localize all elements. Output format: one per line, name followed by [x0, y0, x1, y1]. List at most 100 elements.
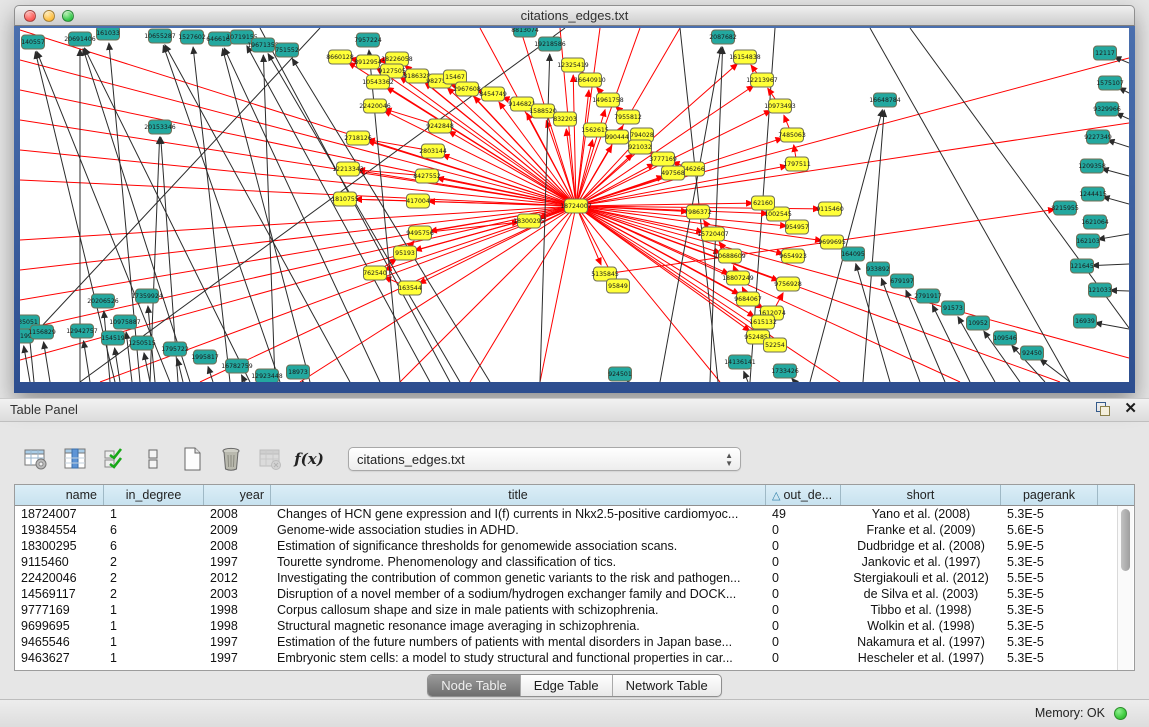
function-builder-icon[interactable]: f(x) [295, 445, 323, 473]
graph-node[interactable]: 2087682 [709, 30, 737, 44]
graph-node[interactable]: 22420046 [359, 99, 391, 113]
graph-node[interactable]: 19218586 [534, 37, 566, 51]
graph-node[interactable]: 20206526 [87, 294, 119, 308]
table-row[interactable]: 977716911998Corpus callosum shape and si… [15, 602, 1134, 618]
graph-node[interactable]: 162103 [1076, 234, 1100, 248]
graph-node[interactable]: 832203 [553, 112, 577, 126]
delete-column-icon[interactable] [217, 445, 245, 473]
graph-node[interactable]: 121645 [1070, 259, 1094, 273]
graph-node[interactable]: 95849 [607, 279, 630, 293]
graph-node[interactable]: 109546 [993, 331, 1017, 345]
graph-node[interactable]: 9227349 [1084, 130, 1112, 144]
graph-node[interactable]: 164095 [841, 247, 865, 261]
graph-node[interactable]: 16782759 [221, 359, 253, 373]
tab-edge-table[interactable]: Edge Table [521, 675, 613, 696]
graph-node[interactable]: 990444 [605, 130, 629, 144]
graph-node[interactable]: 1995817 [191, 350, 219, 364]
graph-node[interactable]: 7485063 [778, 128, 806, 142]
graph-node[interactable]: 924501 [608, 367, 632, 381]
graph-node[interactable]: 20153346 [144, 120, 176, 134]
graph-node[interactable]: 16640910 [574, 73, 606, 87]
graph-node[interactable]: 933892 [866, 262, 890, 276]
graph-node[interactable]: 10543362 [362, 75, 394, 89]
graph-node[interactable]: 161033 [96, 28, 120, 40]
graph-node[interactable]: 9115460 [816, 202, 844, 216]
graph-node[interactable]: 14136141 [724, 355, 756, 369]
network-canvas[interactable]: 1872400786601288912954182260589127505105… [20, 28, 1129, 382]
close-window-icon[interactable] [24, 10, 36, 22]
graph-node[interactable]: 1209358 [1078, 159, 1106, 173]
graph-node[interactable]: 1156829 [28, 325, 56, 339]
table-row[interactable]: 969969511998Structural magnetic resonanc… [15, 618, 1134, 634]
tab-network-table[interactable]: Network Table [613, 675, 721, 696]
graph-node[interactable]: 679197 [890, 274, 914, 288]
new-table-icon[interactable] [178, 445, 206, 473]
graph-node[interactable]: 9699695 [818, 235, 846, 249]
graph-node[interactable]: 12117 [1094, 46, 1117, 60]
graph-node[interactable]: 9242848 [426, 119, 454, 133]
graph-node[interactable]: 10952 [967, 316, 990, 330]
table-row[interactable]: 1872400712008Changes of HCN gene express… [15, 506, 1134, 522]
column-header-pagerank[interactable]: pagerank [1001, 485, 1098, 505]
minimize-window-icon[interactable] [43, 10, 55, 22]
select-column-icon[interactable] [61, 445, 89, 473]
table-row[interactable]: 1938455462009Genome-wide association stu… [15, 522, 1134, 538]
column-header-short[interactable]: short [841, 485, 1001, 505]
scrollbar-thumb[interactable] [1121, 509, 1130, 571]
graph-node[interactable]: 121033 [1088, 283, 1112, 297]
graph-node[interactable]: 1244415 [1079, 187, 1107, 201]
graph-node[interactable]: 12325419 [557, 58, 589, 72]
column-header-in_degree[interactable]: in_degree [104, 485, 204, 505]
graph-node[interactable]: 154519 [101, 331, 125, 345]
graph-node[interactable]: 19671355 [247, 38, 279, 52]
column-header-out_de[interactable]: △out_de... [766, 485, 841, 505]
graph-node[interactable]: 16154838 [729, 50, 761, 64]
graph-node[interactable]: 497568 [661, 166, 685, 180]
graph-node[interactable]: 921032 [628, 140, 652, 154]
graph-hub-node[interactable]: 18724007 [560, 199, 592, 213]
table-row[interactable]: 1456911722003Disruption of a novel membe… [15, 586, 1134, 602]
delete-table-icon[interactable] [256, 445, 284, 473]
graph-node[interactable]: 1615132 [749, 315, 777, 329]
graph-node[interactable]: 10655287 [144, 29, 176, 43]
graph-node[interactable]: 92450 [1021, 346, 1044, 360]
graph-node[interactable]: 9495756 [406, 226, 434, 240]
graph-node[interactable]: 140557 [21, 35, 45, 49]
graph-node[interactable]: 17359924 [131, 289, 163, 303]
graph-node[interactable]: 16648784 [869, 93, 901, 107]
window-titlebar[interactable]: citations_edges.txt [14, 5, 1135, 26]
graph-node[interactable]: 10975887 [109, 315, 141, 329]
graph-node[interactable]: 1527602 [178, 30, 206, 44]
graph-node[interactable]: 8427552 [413, 169, 441, 183]
table-row[interactable]: 946554611997Estimation of the future num… [15, 634, 1134, 650]
table-row[interactable]: 2242004622012Investigating the contribut… [15, 570, 1134, 586]
row-height-icon[interactable] [139, 445, 167, 473]
graph-node[interactable]: 1797511 [783, 157, 811, 171]
table-row[interactable]: 911546021997Tourette syndrome. Phenomeno… [15, 554, 1134, 570]
table-options-icon[interactable] [22, 445, 50, 473]
graph-node[interactable]: 10973493 [764, 99, 796, 113]
table-row[interactable]: 946362711997Embryonic stem cells: a mode… [15, 650, 1134, 666]
graph-node[interactable]: 14961758 [592, 93, 624, 107]
graph-node[interactable]: 12213967 [746, 73, 778, 87]
graph-node[interactable]: 7986372 [684, 205, 712, 219]
graph-node[interactable]: 95193 [394, 246, 417, 260]
graph-node[interactable]: 7957224 [354, 33, 382, 47]
graph-node[interactable]: 1733426 [771, 364, 799, 378]
graph-node[interactable]: 15720407 [697, 227, 729, 241]
graph-node[interactable]: 9654923 [779, 249, 807, 263]
graph-node[interactable]: 1795722 [161, 342, 189, 356]
graph-node[interactable]: 163544 [398, 281, 422, 295]
graph-node[interactable]: 91573 [942, 301, 965, 315]
graph-node[interactable]: 9329966 [1093, 102, 1121, 116]
tab-node-table[interactable]: Node Table [428, 675, 521, 696]
graph-node[interactable]: 16939 [1074, 314, 1097, 328]
graph-node[interactable]: 18973 [287, 365, 310, 379]
column-visibility-icon[interactable] [100, 445, 128, 473]
graph-node[interactable]: 9684067 [734, 292, 762, 306]
graph-node[interactable]: 8813074 [511, 28, 539, 37]
vertical-scrollbar[interactable] [1117, 506, 1133, 670]
graph-node[interactable]: 417004 [406, 194, 430, 208]
graph-node[interactable]: 1810755 [331, 192, 359, 206]
graph-node[interactable]: 3777169 [649, 152, 677, 166]
